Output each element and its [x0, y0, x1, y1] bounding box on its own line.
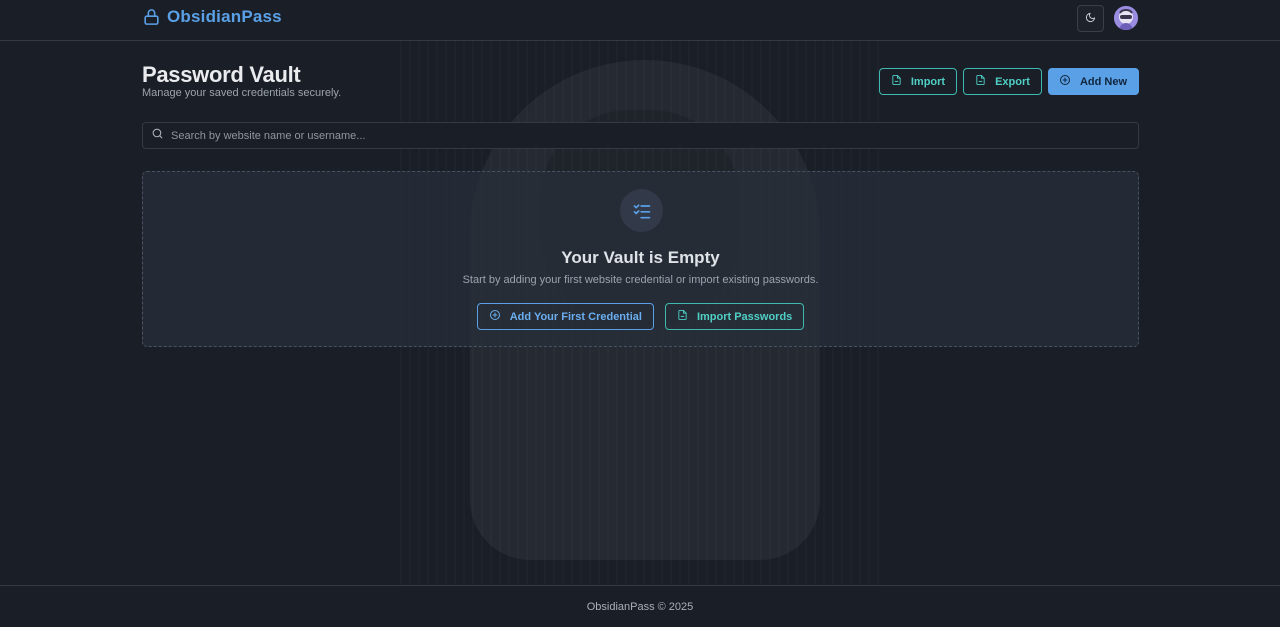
export-button-label: Export	[995, 75, 1030, 88]
search-bar	[142, 122, 1139, 149]
search-input[interactable]	[171, 123, 1138, 148]
footer-copyright: ObsidianPass © 2025	[586, 600, 694, 613]
import-passwords-label: Import Passwords	[696, 310, 793, 323]
list-checks-icon	[620, 189, 663, 232]
theme-toggle-button[interactable]	[1077, 5, 1104, 32]
plus-circle-icon	[1059, 74, 1071, 89]
file-import-icon	[891, 74, 902, 89]
page-footer: ObsidianPass © 2025	[0, 585, 1280, 627]
plus-circle-icon	[489, 309, 501, 324]
brand-name: ObsidianPass	[167, 7, 282, 26]
empty-state-description: Start by adding your first website crede…	[462, 274, 819, 286]
moon-icon	[1085, 10, 1096, 28]
import-button[interactable]: Import	[878, 68, 958, 95]
page-title: Password Vault	[142, 62, 301, 87]
empty-state-actions: Add Your First Credential Import Passwor…	[143, 303, 1138, 330]
search-icon	[151, 127, 164, 145]
empty-state-title: Your Vault is Empty	[561, 248, 720, 267]
add-new-button-label: Add New	[1079, 75, 1127, 88]
page-subtitle: Manage your saved credentials securely.	[142, 87, 342, 99]
add-first-credential-button[interactable]: Add Your First Credential	[476, 303, 654, 330]
top-bar: ObsidianPass	[0, 0, 1280, 41]
avatar[interactable]	[1114, 6, 1138, 30]
import-passwords-button[interactable]: Import Passwords	[664, 303, 805, 330]
brand-logo-link[interactable]: ObsidianPass	[142, 7, 282, 27]
file-export-icon	[975, 74, 986, 89]
toolbar-actions: Import Export Add New	[878, 68, 1139, 95]
export-button[interactable]: Export	[963, 68, 1042, 95]
empty-vault-panel: Your Vault is Empty Start by adding your…	[142, 171, 1139, 347]
add-new-button[interactable]: Add New	[1047, 68, 1139, 95]
import-button-label: Import	[910, 75, 946, 88]
add-first-credential-label: Add Your First Credential	[509, 310, 642, 323]
lock-icon	[142, 7, 161, 27]
file-import-icon	[677, 309, 688, 324]
